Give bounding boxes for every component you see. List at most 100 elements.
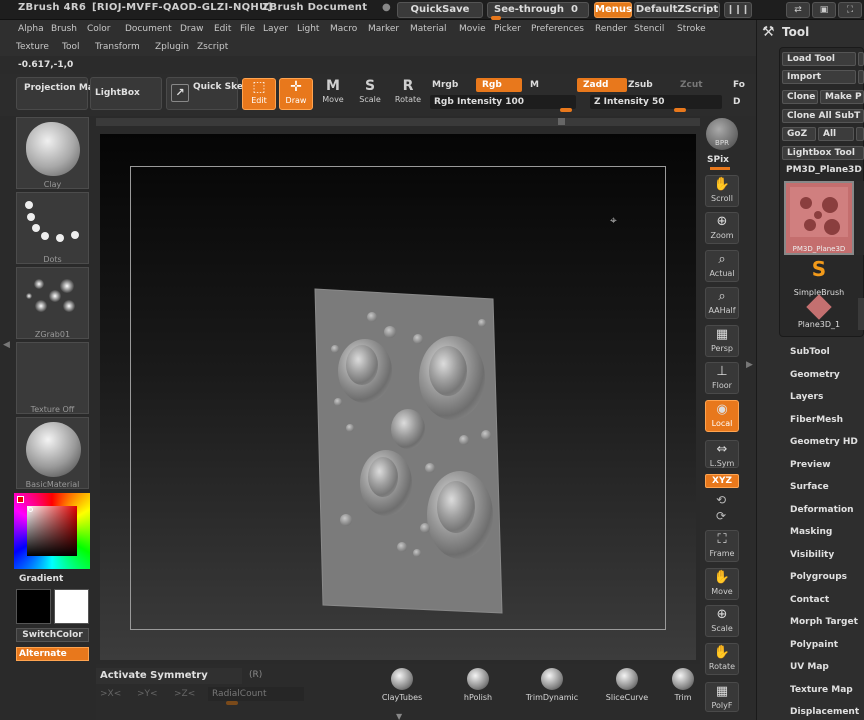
bpr-button[interactable]: BPR <box>706 118 738 150</box>
switchcolor-button[interactable]: SwitchColor <box>16 628 89 642</box>
texture-thumbnail[interactable]: Texture Off <box>16 342 89 414</box>
color-picker-cursor[interactable] <box>28 507 33 512</box>
polyf-button[interactable]: ▦ PolyF <box>705 682 739 712</box>
see-through-slider[interactable]: See-through 0 <box>487 2 589 20</box>
scale-button[interactable]: S Scale <box>353 78 387 110</box>
move-view-button[interactable]: ✋ Move <box>705 568 739 600</box>
tool-thumb-scroll[interactable] <box>856 181 864 255</box>
quicksave-button[interactable]: QuickSave <box>397 2 483 18</box>
menu-draw[interactable]: Draw <box>180 24 204 34</box>
menu-stroke[interactable]: Stroke <box>677 24 706 34</box>
color-picker-wheel[interactable] <box>14 493 90 569</box>
window-layout-icon[interactable]: ▣ <box>812 2 836 18</box>
menu-render[interactable]: Render <box>595 24 627 34</box>
floor-button[interactable]: ⊥ Floor <box>705 362 739 394</box>
geometry-hd-subpalette[interactable]: Geometry HD <box>790 437 858 447</box>
zsub-toggle[interactable]: Zsub <box>628 78 653 92</box>
texture-map-subpalette[interactable]: Texture Map <box>790 685 853 695</box>
slicecurve-brush[interactable]: SliceCurve <box>600 668 654 702</box>
persp-button[interactable]: ▦ Persp <box>705 325 739 357</box>
z-intensity-knob[interactable] <box>674 108 686 112</box>
trim-brush[interactable]: Trim <box>668 668 698 702</box>
layers-subpalette[interactable]: Layers <box>790 392 823 402</box>
polygroups-subpalette[interactable]: Polygroups <box>790 572 847 582</box>
right-collapse-arrow-icon[interactable]: ▶ <box>746 360 753 370</box>
secondary-color-swatch[interactable] <box>54 589 89 624</box>
projection-master-button[interactable]: Projection Master <box>16 77 114 110</box>
scroll-button[interactable]: ✋ Scroll <box>705 175 739 207</box>
frame-button[interactable]: ⛶ Frame <box>705 530 739 562</box>
preview-subpalette[interactable]: Preview <box>790 460 831 470</box>
menu-zplugin[interactable]: Zplugin <box>155 42 189 52</box>
save-as-button-clipped[interactable] <box>858 52 864 66</box>
lightbox-button[interactable]: LightBox <box>90 77 162 110</box>
symmetry-y-toggle[interactable]: >Y< <box>137 689 158 699</box>
simplebrush-tool[interactable]: S SimpleBrush <box>783 258 855 299</box>
make-polymesh-button[interactable]: Make P <box>820 90 864 104</box>
load-tool-button[interactable]: Load Tool <box>782 52 856 66</box>
rotate-y-icon[interactable]: ⟲ <box>716 493 726 507</box>
alpha-thumbnail[interactable]: ZGrab01 <box>16 267 89 339</box>
default-zscript-button[interactable]: DefaultZScript <box>634 2 720 18</box>
swap-arrows-icon[interactable]: ⇄ <box>786 2 810 18</box>
fibermesh-subpalette[interactable]: FiberMesh <box>790 415 843 425</box>
alternate-button[interactable]: Alternate <box>16 647 89 661</box>
top-scroll-handle[interactable] <box>558 118 565 125</box>
menu-tool[interactable]: Tool <box>62 42 79 52</box>
brush-thumbnail[interactable]: Clay <box>16 117 89 189</box>
menu-edit[interactable]: Edit <box>214 24 231 34</box>
surface-subpalette[interactable]: Surface <box>790 482 829 492</box>
rgb-intensity-slider[interactable]: Rgb Intensity 100 <box>430 95 576 112</box>
zoom-button[interactable]: ⊕ Zoom <box>705 212 739 244</box>
menu-file[interactable]: File <box>240 24 255 34</box>
contact-subpalette[interactable]: Contact <box>790 595 829 605</box>
menu-transform[interactable]: Transform <box>95 42 140 52</box>
tool-item-clipped[interactable] <box>858 298 864 330</box>
menu-macro[interactable]: Macro <box>330 24 357 34</box>
menu-stencil[interactable]: Stencil <box>634 24 664 34</box>
material-thumbnail[interactable]: BasicMaterial <box>16 417 89 489</box>
menu-material[interactable]: Material <box>410 24 447 34</box>
menu-zscript[interactable]: Zscript <box>197 42 228 52</box>
goz-all-button[interactable]: All <box>818 127 854 141</box>
menu-marker[interactable]: Marker <box>368 24 399 34</box>
lightbox-tools-button[interactable]: Lightbox Tool <box>782 146 864 160</box>
zadd-toggle[interactable]: Zadd <box>577 78 627 92</box>
spix-slider[interactable]: SPix <box>707 155 729 165</box>
actual-button[interactable]: ⌕ Actual <box>705 250 739 282</box>
lsym-button[interactable]: ⇔ L.Sym <box>705 440 739 468</box>
radial-count-slider[interactable]: RadialCount <box>208 687 304 701</box>
menu-light[interactable]: Light <box>297 24 319 34</box>
xyz-toggle[interactable]: XYZ <box>705 474 739 488</box>
tool-palette-title[interactable]: Tool <box>782 25 809 39</box>
clone-all-subtools-button[interactable]: Clone All SubT <box>782 109 864 123</box>
menu-layer[interactable]: Layer <box>263 24 288 34</box>
menu-texture[interactable]: Texture <box>16 42 49 52</box>
plane3d-tool[interactable]: Plane3D_1 <box>783 294 855 329</box>
subtool-subpalette[interactable]: SubTool <box>790 347 830 357</box>
draw-size-label[interactable]: D <box>733 95 740 109</box>
geometry-subpalette[interactable]: Geometry <box>790 370 840 380</box>
trimdynamic-brush[interactable]: TrimDynamic <box>525 668 579 702</box>
menu-color[interactable]: Color <box>87 24 111 34</box>
hpolish-brush[interactable]: hPolish <box>451 668 505 702</box>
symmetry-z-toggle[interactable]: >Z< <box>174 689 195 699</box>
current-tool-thumbnail[interactable]: PM3D_Plane3D <box>784 181 854 255</box>
zcut-toggle[interactable]: Zcut <box>680 78 703 92</box>
rgb-toggle[interactable]: Rgb <box>476 78 522 92</box>
z-intensity-slider[interactable]: Z Intensity 50 <box>590 95 722 112</box>
bottom-collapse-arrow-icon[interactable]: ▼ <box>396 712 402 720</box>
clone-button[interactable]: Clone <box>782 90 818 104</box>
uv-map-subpalette[interactable]: UV Map <box>790 662 829 672</box>
move-button[interactable]: M Move <box>316 78 350 110</box>
edit-button[interactable]: ⬚ Edit <box>242 78 276 110</box>
morph-target-subpalette[interactable]: Morph Target <box>790 617 858 627</box>
export-button-clipped[interactable] <box>858 70 864 84</box>
plane3d-mesh[interactable] <box>310 285 505 615</box>
spix-knob[interactable] <box>710 167 730 170</box>
aahalf-button[interactable]: ⌕ AAHalf <box>705 287 739 319</box>
menu-brush[interactable]: Brush <box>51 24 77 34</box>
radial-count-knob[interactable] <box>226 701 238 705</box>
menu-preferences[interactable]: Preferences <box>531 24 584 34</box>
import-button[interactable]: Import <box>782 70 856 84</box>
